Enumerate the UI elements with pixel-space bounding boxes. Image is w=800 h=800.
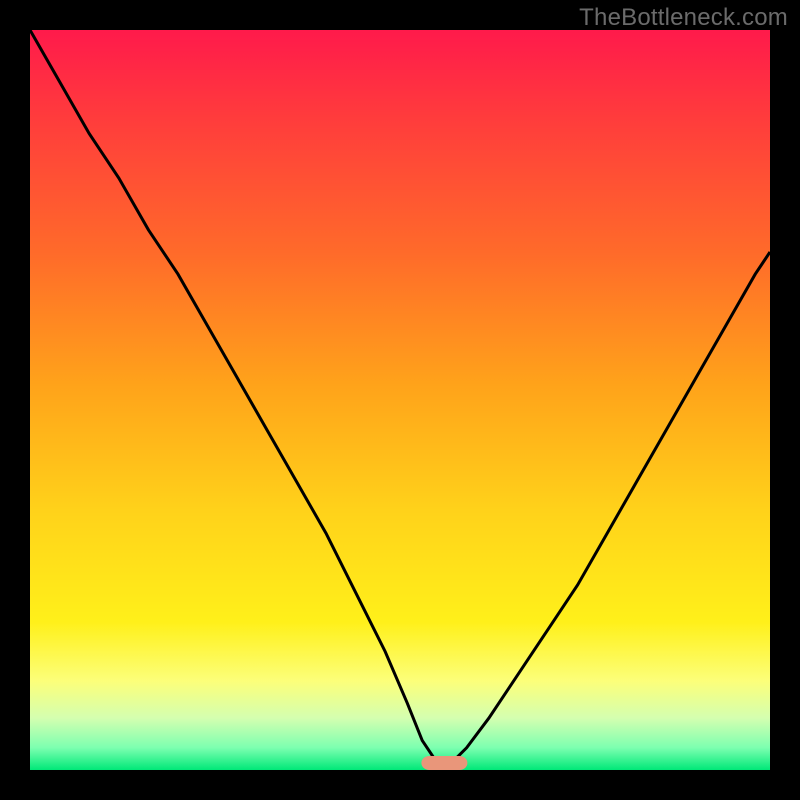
plot-area <box>30 30 770 770</box>
watermark-text: TheBottleneck.com <box>579 4 788 32</box>
bottleneck-chart <box>0 0 800 800</box>
optimal-marker <box>421 756 467 770</box>
